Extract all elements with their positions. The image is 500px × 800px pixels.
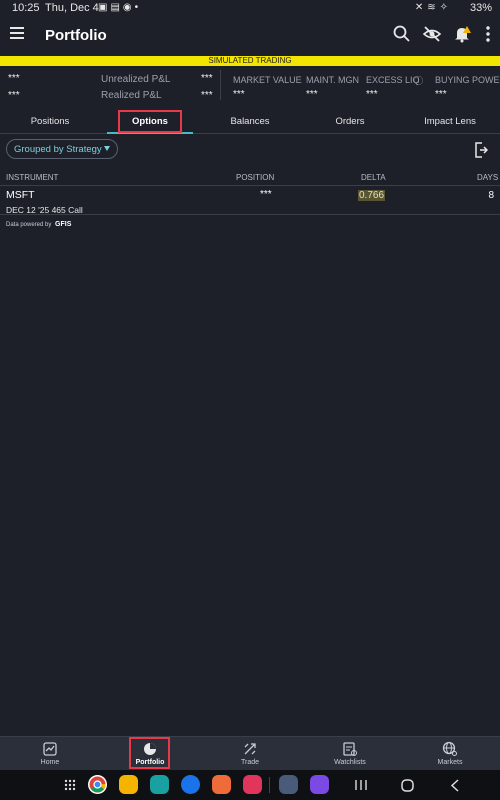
system-status-icons: ✕≋✧	[414, 2, 452, 13]
trade-arrows-icon	[244, 743, 256, 755]
instrument-symbol: MSFT	[6, 189, 35, 201]
portfolio-tabs: Positions Options Balances Orders Impact…	[0, 108, 500, 134]
nav-trade[interactable]: Trade	[200, 737, 300, 771]
unrealized-pnl-value: ***	[8, 73, 20, 84]
unrealized-pnl-total: ***	[201, 73, 213, 84]
col-instrument[interactable]: INSTRUMENT	[6, 173, 58, 182]
delta-value: 0.766	[358, 190, 386, 201]
home-chart-icon	[43, 742, 57, 756]
nav-label: Trade	[240, 759, 260, 766]
status-date: Thu, Dec 4	[45, 2, 99, 14]
position-value: ***	[260, 189, 272, 200]
maint-margin-label: MAINT. MGN	[306, 75, 359, 85]
markets-globe-icon	[442, 741, 457, 756]
files-folder-icon[interactable]	[119, 775, 138, 794]
table-row[interactable]: MSFT DEC 12 '25 465 Call *** 0.766 8	[0, 187, 500, 215]
market-value-value: ***	[233, 89, 245, 100]
bottom-navigation: Home Portfolio Trade Watchlists Markets	[0, 736, 500, 770]
options-tab-highlight	[118, 110, 182, 133]
watchlist-icon	[343, 742, 357, 756]
settings-gear-icon[interactable]	[279, 775, 298, 794]
export-icon[interactable]	[474, 142, 488, 158]
realized-pnl-value: ***	[8, 90, 20, 101]
video-player-icon[interactable]	[243, 775, 262, 794]
home-button-icon[interactable]	[401, 779, 414, 792]
dock-divider	[269, 777, 270, 793]
col-delta[interactable]: DELTA	[361, 173, 386, 182]
nav-label: Watchlists	[334, 759, 366, 766]
excess-liquidity-label: EXCESS LIQ	[366, 75, 420, 85]
col-position[interactable]: POSITION	[236, 173, 274, 182]
unrealized-pnl-label: Unrealized P&L	[101, 74, 171, 85]
summary-divider	[220, 70, 221, 100]
filter-label: Grouped by Strategy	[14, 144, 102, 155]
nav-label: Markets	[437, 759, 463, 766]
portfolio-nav-highlight	[129, 737, 170, 769]
excess-liquidity-value: ***	[366, 89, 378, 100]
browser-planet-icon[interactable]	[310, 775, 329, 794]
attribution-text: Data powered by	[6, 222, 52, 228]
nav-label: Home	[40, 759, 60, 766]
tab-balances[interactable]: Balances	[210, 116, 290, 127]
gfis-logo: GFIS	[55, 221, 72, 228]
tab-impact-lens[interactable]: Impact Lens	[410, 116, 490, 127]
app-bar: Portfolio	[0, 16, 500, 56]
market-value-label: MARKET VALUE	[233, 75, 302, 85]
info-icon[interactable]: ⓘ	[414, 74, 423, 87]
battery-level: 33%	[469, 2, 492, 14]
calendar-icon[interactable]	[150, 775, 169, 794]
table-header: INSTRUMENT POSITION DELTA DAYS	[0, 170, 500, 186]
instrument-description: DEC 12 '25 465 Call	[6, 205, 83, 215]
hamburger-menu-icon[interactable]	[10, 27, 24, 41]
days-value: 8	[488, 190, 494, 201]
chevron-down-icon	[104, 146, 110, 151]
tab-orders[interactable]: Orders	[310, 116, 390, 127]
buying-power-value: ***	[435, 89, 447, 100]
status-time: 10:25	[12, 2, 40, 14]
tab-positions[interactable]: Positions	[10, 116, 90, 127]
app-drawer-icon[interactable]	[64, 779, 76, 791]
nav-home[interactable]: Home	[0, 737, 100, 771]
notification-icons: ▣▤◉•	[98, 2, 142, 13]
buying-power-label: BUYING POWER	[435, 75, 500, 85]
account-summary: *** Unrealized P&L *** *** Realized P&L …	[0, 66, 500, 106]
contacts-icon[interactable]	[212, 775, 231, 794]
group-by-strategy-dropdown[interactable]: Grouped by Strategy	[6, 139, 118, 159]
hide-values-eye-icon[interactable]	[422, 24, 442, 44]
simulated-trading-banner: SIMULATED TRADING	[0, 56, 500, 66]
realized-pnl-label: Realized P&L	[101, 90, 162, 101]
recents-icon[interactable]	[354, 779, 368, 791]
maint-margin-value: ***	[306, 89, 318, 100]
realized-pnl-total: ***	[201, 90, 213, 101]
status-bar: 10:25 Thu, Dec 4 ▣▤◉• ✕≋✧ 33%	[0, 0, 500, 16]
messages-icon[interactable]	[181, 775, 200, 794]
more-options-icon[interactable]	[478, 24, 498, 44]
nav-markets[interactable]: Markets	[400, 737, 500, 771]
col-days[interactable]: DAYS	[477, 173, 498, 182]
chrome-icon[interactable]	[88, 775, 107, 794]
page-title: Portfolio	[45, 27, 107, 44]
back-icon[interactable]	[450, 779, 460, 792]
system-nav-bar	[0, 770, 500, 800]
nav-watchlists[interactable]: Watchlists	[300, 737, 400, 771]
data-attribution: Data powered by GFIS	[6, 221, 71, 228]
alerts-bell-icon[interactable]	[452, 24, 472, 44]
search-icon[interactable]	[392, 24, 412, 44]
